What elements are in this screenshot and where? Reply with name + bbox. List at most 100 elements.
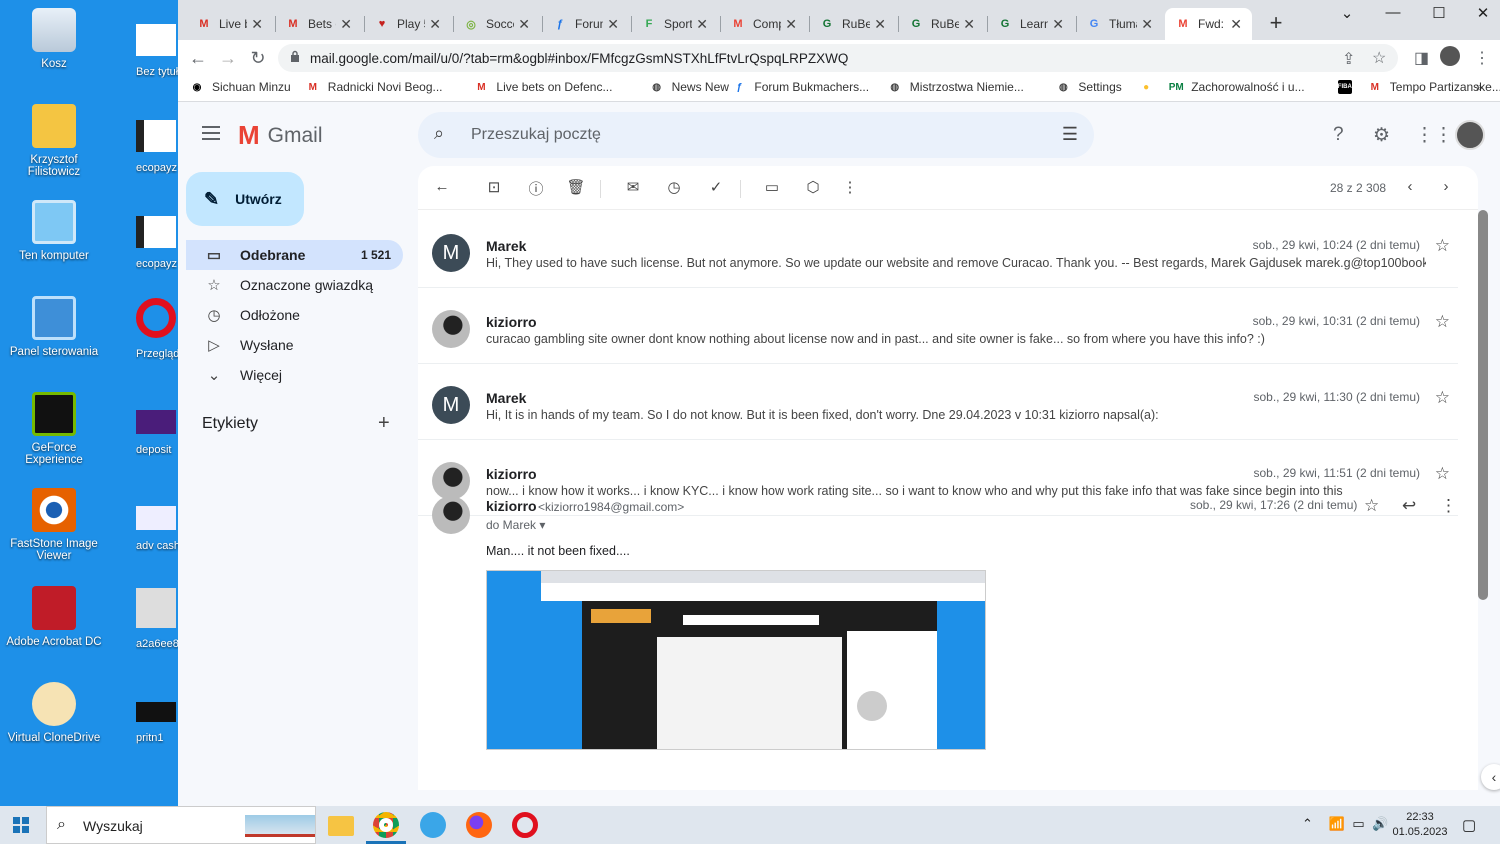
maximize-button[interactable]: ☐ bbox=[1416, 4, 1462, 22]
browser-tab[interactable]: ◎ Soccer ✕ bbox=[453, 8, 540, 40]
browser-tab[interactable]: G Learn ✕ bbox=[987, 8, 1074, 40]
desktop-icon-clonedrive[interactable]: Virtual CloneDrive bbox=[6, 682, 102, 744]
edge-icon[interactable] bbox=[420, 812, 446, 838]
help-icon[interactable]: ? bbox=[1333, 124, 1344, 146]
search-options-icon[interactable]: ☰ bbox=[1062, 124, 1078, 145]
desktop-icon-recycle-bin[interactable]: Kosz bbox=[6, 8, 102, 70]
label-icon[interactable]: ⬡ bbox=[803, 178, 823, 196]
desktop-icon-bez-tytulu[interactable]: Bez tytułu bbox=[136, 24, 180, 78]
close-tab-icon[interactable]: ✕ bbox=[1230, 16, 1242, 33]
bookmark-item[interactable]: M Live bets on Defenc... bbox=[474, 80, 612, 94]
collapsed-message[interactable]: M Marek Hi, They used to have such license… bbox=[418, 212, 1458, 288]
tray-chevron-icon[interactable]: ⌃ bbox=[1302, 816, 1313, 831]
more-actions-icon[interactable]: ⋮ bbox=[840, 178, 860, 196]
forward-button[interactable]: → bbox=[216, 46, 240, 70]
bookmark-item[interactable]: ● bbox=[1139, 80, 1161, 94]
close-tab-icon[interactable]: ✕ bbox=[874, 16, 886, 33]
close-tab-icon[interactable]: ✕ bbox=[1141, 16, 1153, 33]
desktop-icon-pritn1[interactable]: pritn1 bbox=[136, 702, 180, 744]
bookmark-item[interactable]: ƒ Forum Bukmachers... bbox=[732, 80, 869, 94]
close-tab-icon[interactable]: ✕ bbox=[1052, 16, 1064, 33]
sidebar-item[interactable]: ☆ Oznaczone gwiazdką bbox=[186, 270, 403, 300]
sidebar-item[interactable]: ⌄ Więcej bbox=[186, 360, 403, 390]
browser-tab[interactable]: M Live bets ✕ bbox=[186, 8, 273, 40]
bookmark-star-icon[interactable]: ☆ bbox=[1372, 48, 1386, 68]
desktop-icon-acrobat[interactable]: Adobe Acrobat DC bbox=[6, 586, 102, 648]
browser-tab[interactable]: M Bets on ✕ bbox=[275, 8, 362, 40]
firefox-icon[interactable] bbox=[466, 812, 492, 838]
sender-avatar[interactable] bbox=[432, 310, 470, 348]
taskbar-search-input[interactable]: Wyszukaj bbox=[83, 818, 143, 834]
search-bar[interactable]: ⌕ Przeszukaj pocztę ☰ bbox=[418, 112, 1094, 158]
browser-tab[interactable]: M Compose ✕ bbox=[720, 8, 807, 40]
close-tab-icon[interactable]: ✕ bbox=[429, 16, 441, 33]
back-to-inbox-icon[interactable]: ← bbox=[432, 178, 452, 195]
close-tab-icon[interactable]: ✕ bbox=[251, 16, 263, 33]
more-icon[interactable]: ⋮ bbox=[1440, 496, 1457, 516]
desktop-icon-geforce[interactable]: GeForce Experience bbox=[6, 392, 102, 466]
close-tab-icon[interactable]: ✕ bbox=[785, 16, 797, 33]
desktop-icon-deposit[interactable]: deposit bbox=[136, 410, 180, 456]
desktop-icon-ecopayz-1[interactable]: ecopayz bbox=[136, 120, 180, 174]
scrollbar[interactable] bbox=[1478, 210, 1488, 600]
browser-tab[interactable]: M Fwd: ✕ bbox=[1165, 8, 1252, 40]
browser-tab[interactable]: G RuBet ✕ bbox=[809, 8, 896, 40]
taskbar-search[interactable]: ⌕ Wyszukaj bbox=[46, 806, 316, 844]
bookmark-item[interactable]: M Radnicki Novi Beog... bbox=[306, 80, 443, 94]
bookmark-item[interactable]: ◉ Sichuan Minzu bbox=[190, 80, 291, 94]
star-icon[interactable]: ☆ bbox=[1435, 388, 1450, 408]
browser-tab[interactable]: ƒ Forum ✕ bbox=[542, 8, 629, 40]
bookmark-item[interactable]: ◍ News New bbox=[650, 80, 729, 94]
search-input[interactable]: Przeszukaj pocztę bbox=[471, 126, 601, 144]
report-spam-icon[interactable]: ⓘ bbox=[526, 178, 546, 199]
chrome-icon[interactable] bbox=[373, 812, 399, 838]
menu-icon[interactable]: ⋮ bbox=[1474, 48, 1490, 68]
sidebar-item[interactable]: ▭ Odebrane 1 521 bbox=[186, 240, 403, 270]
volume-icon[interactable]: 🔊 bbox=[1372, 816, 1388, 831]
close-tab-icon[interactable]: ✕ bbox=[696, 16, 708, 33]
desktop-icon-user-folder[interactable]: Krzysztof Filistowicz bbox=[6, 104, 102, 178]
sidebar-item[interactable]: ▷ Wysłane bbox=[186, 330, 403, 360]
browser-tab[interactable]: F Sports ✕ bbox=[631, 8, 718, 40]
add-task-icon[interactable]: ✓ bbox=[706, 178, 726, 196]
star-icon[interactable]: ☆ bbox=[1435, 312, 1450, 332]
reload-button[interactable]: ↻ bbox=[246, 46, 270, 70]
desktop-icon-advcash[interactable]: adv cash bbox=[136, 506, 180, 552]
bookmark-item[interactable]: FIBA bbox=[1337, 80, 1360, 94]
sender-avatar[interactable]: M bbox=[432, 234, 470, 272]
sidebar-item[interactable]: ◷ Odłożone bbox=[186, 300, 403, 330]
sender-avatar[interactable] bbox=[432, 496, 470, 534]
bookmark-item[interactable]: PM Zachorowalność i u... bbox=[1169, 80, 1305, 94]
desktop-icon-this-pc[interactable]: Ten komputer bbox=[6, 200, 102, 262]
desktop-icon-opera[interactable]: Przeglądarka bbox=[136, 298, 180, 360]
account-avatar[interactable] bbox=[1455, 120, 1485, 150]
bookmark-item[interactable]: ◍ Mistrzostwa Niemie... bbox=[888, 80, 1023, 94]
attached-screenshot-image[interactable] bbox=[486, 570, 986, 750]
older-icon[interactable]: › bbox=[1436, 178, 1456, 195]
collapsed-message[interactable]: M Marek Hi, It is in hands of my team. So … bbox=[418, 364, 1458, 440]
close-tab-icon[interactable]: ✕ bbox=[340, 16, 352, 33]
new-tab-button[interactable]: + bbox=[1262, 10, 1290, 36]
side-panel-icon[interactable]: ◨ bbox=[1414, 48, 1429, 68]
battery-icon[interactable]: ▭ bbox=[1352, 816, 1364, 831]
opera-icon[interactable] bbox=[512, 812, 538, 838]
desktop-icon-control-panel[interactable]: Panel sterowania bbox=[6, 296, 102, 358]
sender-avatar[interactable]: M bbox=[432, 386, 470, 424]
share-icon[interactable]: ⇪ bbox=[1342, 49, 1355, 69]
close-window-button[interactable]: ✕ bbox=[1460, 4, 1500, 22]
clock[interactable]: 22:33 01.05.2023 bbox=[1390, 810, 1450, 840]
search-icon[interactable]: ⌕ bbox=[434, 123, 444, 144]
profile-avatar[interactable] bbox=[1440, 46, 1460, 66]
gmail-logo[interactable]: M Gmail bbox=[238, 120, 323, 151]
apps-grid-icon[interactable]: ⋮⋮ bbox=[1415, 124, 1453, 147]
star-icon[interactable]: ☆ bbox=[1435, 236, 1450, 256]
main-menu-icon[interactable] bbox=[202, 126, 220, 140]
bookmarks-overflow-icon[interactable]: » bbox=[1476, 80, 1483, 94]
sender-name[interactable]: kiziorro bbox=[486, 498, 537, 514]
close-tab-icon[interactable]: ✕ bbox=[607, 16, 619, 33]
recipient-details[interactable]: do Marek ▾ bbox=[486, 518, 545, 532]
file-explorer-icon[interactable] bbox=[328, 816, 354, 836]
minimize-button[interactable]: — bbox=[1370, 4, 1416, 21]
mark-unread-icon[interactable]: ✉ bbox=[623, 178, 643, 196]
move-to-icon[interactable]: ▭ bbox=[762, 178, 782, 196]
